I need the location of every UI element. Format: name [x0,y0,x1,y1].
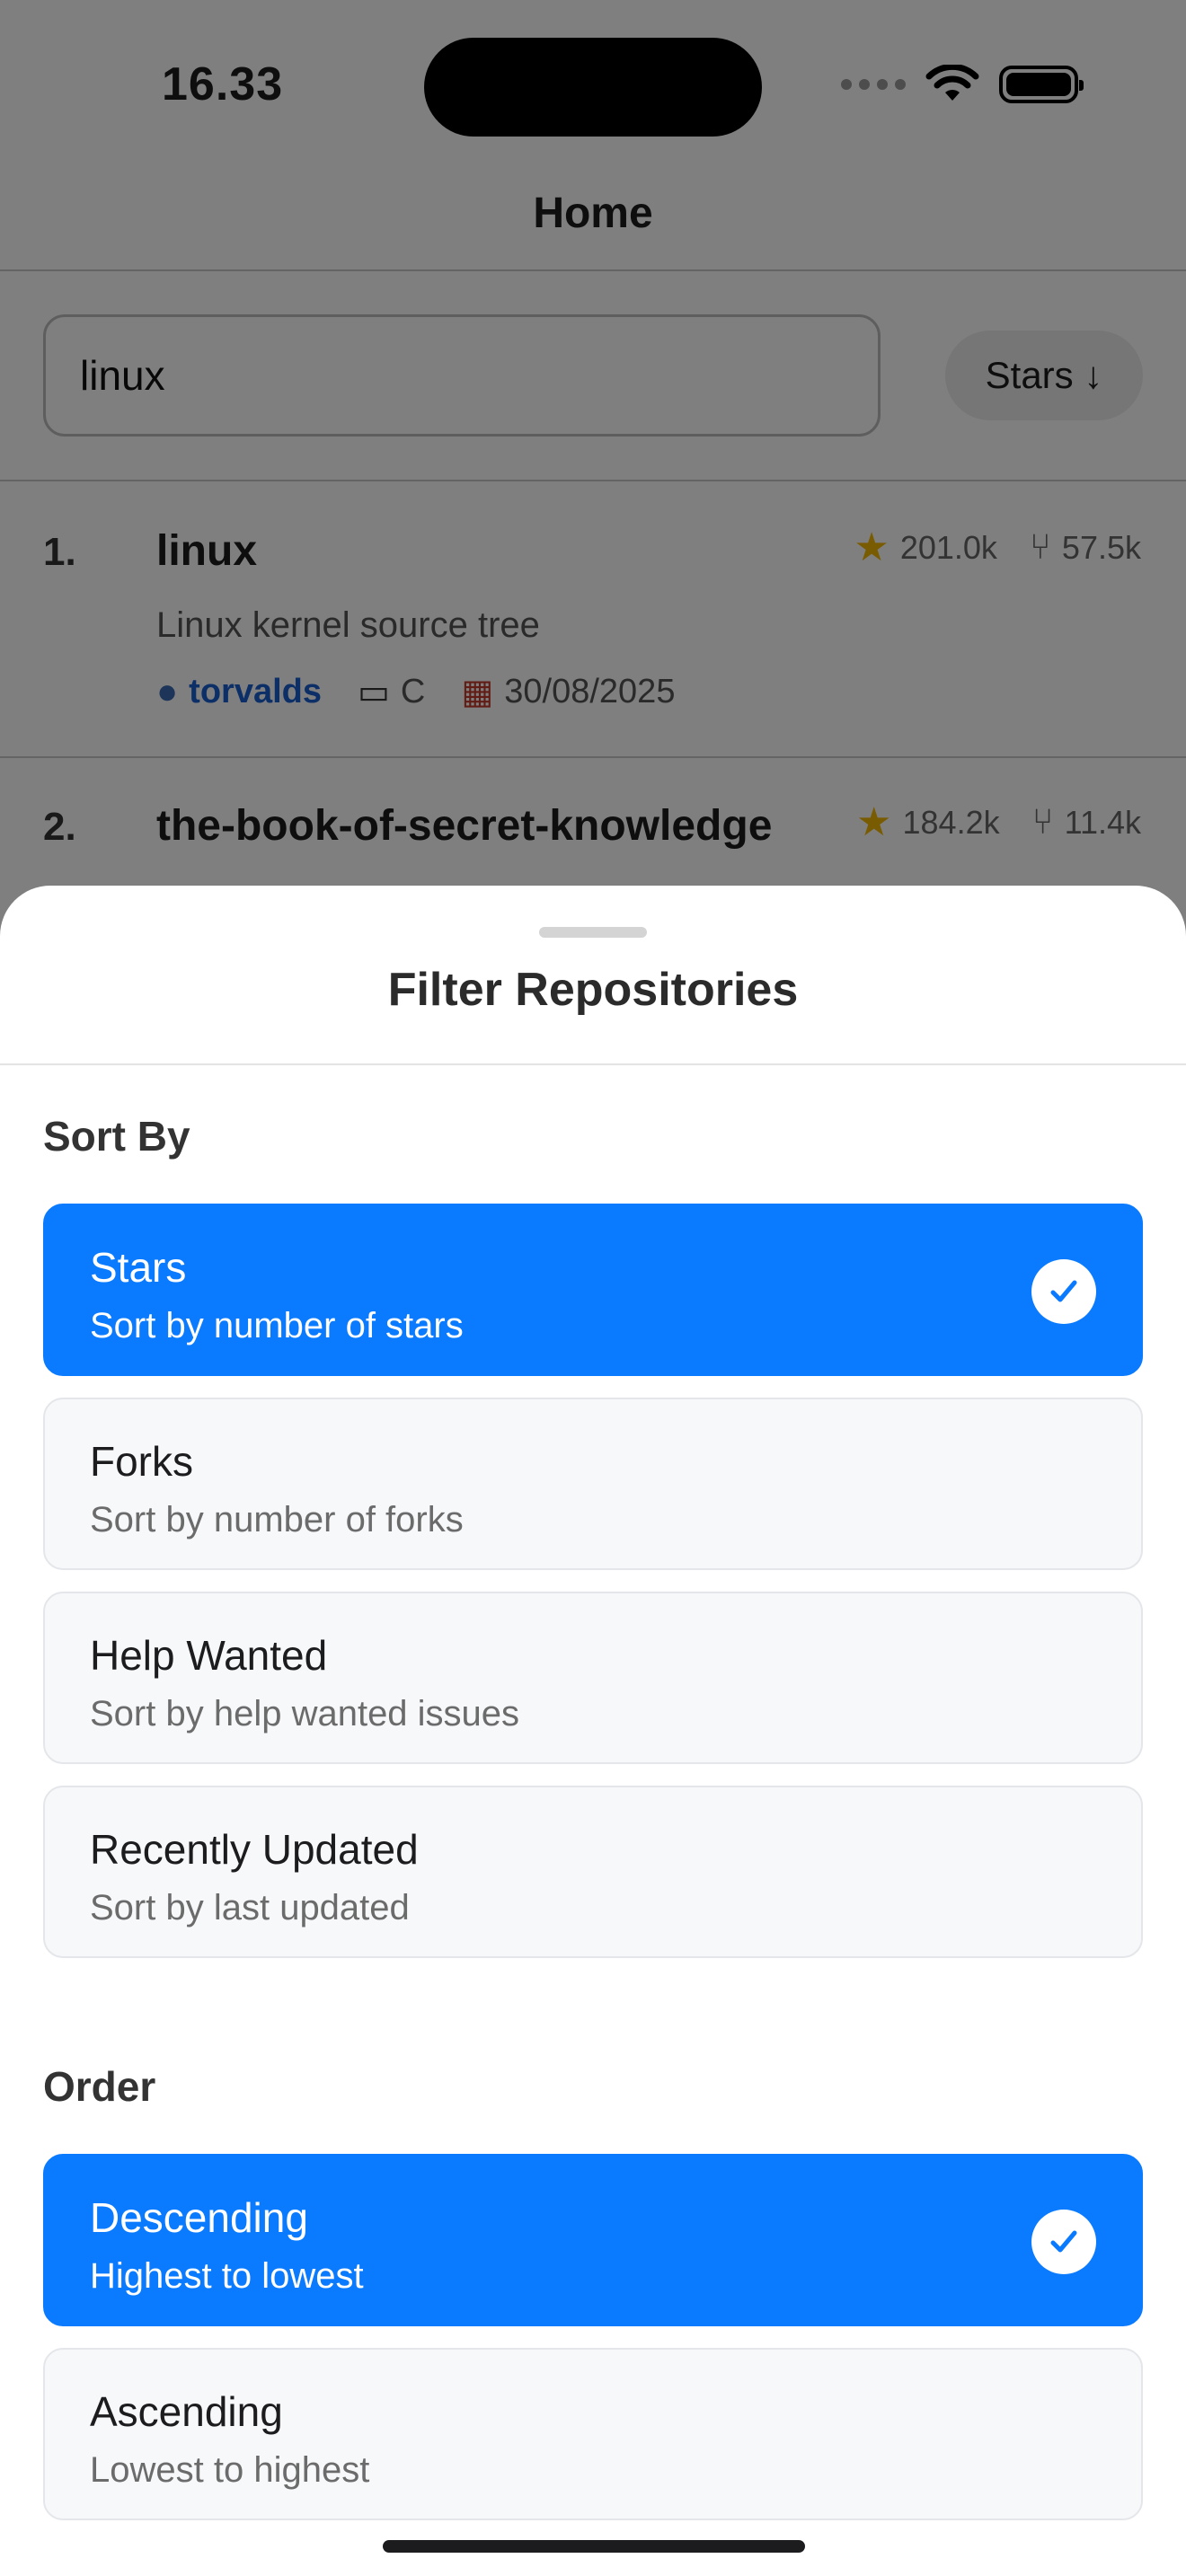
order-option-descending[interactable]: Descending Highest to lowest [43,2154,1143,2326]
sort-option-recently-updated[interactable]: Recently Updated Sort by last updated [43,1786,1143,1958]
option-subtitle: Lowest to highest [90,2450,370,2490]
sheet-grabber[interactable] [539,927,647,938]
option-title: Recently Updated [90,1826,419,1873]
option-subtitle: Highest to lowest [90,2256,364,2296]
option-subtitle: Sort by help wanted issues [90,1694,520,1734]
option-subtitle: Sort by number of forks [90,1500,464,1539]
option-title: Descending [90,2194,308,2241]
option-subtitle: Sort by last updated [90,1888,410,1928]
sort-option-forks[interactable]: Forks Sort by number of forks [43,1398,1143,1570]
option-subtitle: Sort by number of stars [90,1306,464,1345]
order-label: Order [43,2063,156,2110]
home-indicator[interactable] [383,2540,805,2553]
sheet-title: Filter Repositories [387,964,799,1016]
option-title: Stars [90,1244,187,1291]
sort-by-label: Sort By [43,1113,190,1160]
option-title: Help Wanted [90,1632,328,1679]
order-option-ascending[interactable]: Ascending Lowest to highest [43,2348,1143,2520]
option-title: Ascending [90,2388,283,2435]
filter-sheet: Filter Repositories Sort By Stars Sort b… [0,886,1186,2576]
sort-option-stars[interactable]: Stars Sort by number of stars [43,1204,1143,1376]
checkmark-icon [1031,2210,1096,2274]
sort-option-help-wanted[interactable]: Help Wanted Sort by help wanted issues [43,1592,1143,1764]
option-title: Forks [90,1438,193,1485]
sheet-divider [0,1063,1186,1065]
checkmark-icon [1031,1259,1096,1324]
